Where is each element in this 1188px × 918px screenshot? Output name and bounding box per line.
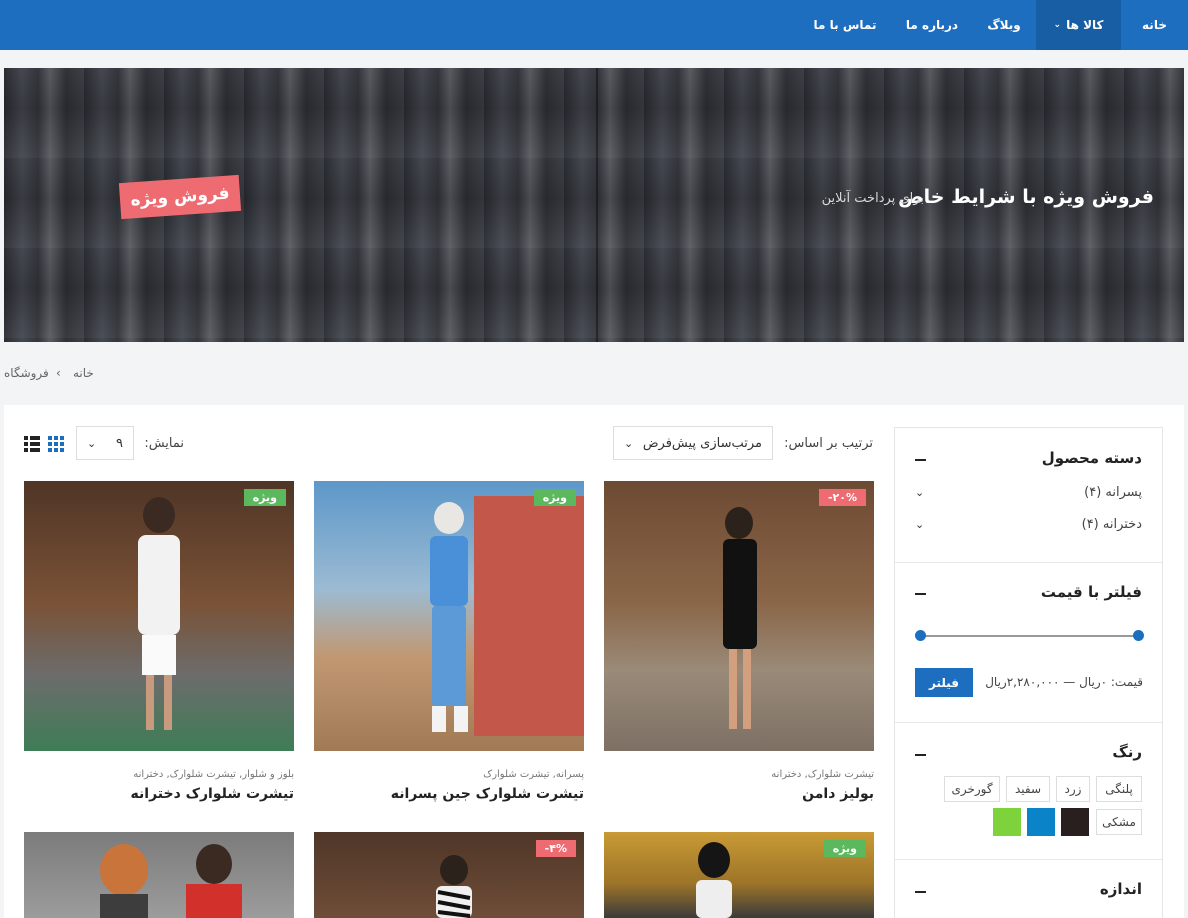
product-image[interactable] [24,832,294,918]
product-name[interactable]: تیشرت شلوارک جین پسرانه [391,786,584,802]
product-categories: بلوز و شلوار, تیشرت شلوارک, دخترانه [133,769,294,780]
product-photo [430,502,468,732]
featured-badge: ویژه [243,489,286,506]
collapse-icon[interactable] [915,754,926,756]
product-photo [436,855,472,918]
nav-blog-label: وبلاگ [987,18,1021,32]
nav-products-label: کالا ها [1066,18,1104,32]
nav-about[interactable]: درباره ما [892,0,972,50]
price-slider-min-handle[interactable] [915,630,926,641]
collapse-icon[interactable] [915,459,926,461]
nav-products[interactable]: کالا ها ⌄ [1036,0,1121,50]
color-chip-black[interactable]: مشکی [1096,809,1142,835]
product-categories: پسرانه, تیشرت شلوارک [483,769,584,780]
product-image[interactable]: ویژه [314,481,584,751]
product-photo [696,842,732,918]
product-image[interactable]: ویژه [604,832,874,918]
product-categories: تیشرت شلوارک, دخترانه [771,769,874,780]
hero-sale-badge: فروش ویژه [118,174,242,220]
chevron-down-icon[interactable]: ⌄ [915,486,924,499]
sort-label: ترتیب بر اساس: [784,436,873,451]
color-chip-zebra[interactable]: گورخری [944,776,1000,802]
per-page-select[interactable]: ۹ ⌄ [76,426,134,460]
size-section: اندازه [895,860,1162,918]
product-name[interactable]: بولیز دامن [802,786,874,802]
product-photo [100,844,242,918]
color-swatch-blue[interactable] [1027,808,1055,836]
nav-contact[interactable]: تماس با ما [798,0,892,50]
category-boys[interactable]: پسرانه (۴) [1084,485,1142,500]
hero-divider [596,68,598,342]
color-swatch-green[interactable] [993,808,1021,836]
collapse-icon[interactable] [915,593,926,595]
chevron-down-icon[interactable]: ⌄ [915,518,924,531]
hero-banner[interactable]: فروش ویژه با شرایط خاص برای پرداخت آنلای… [4,68,1184,342]
nav-home[interactable]: خانه [1121,0,1188,50]
price-slider-track[interactable] [920,635,1138,637]
featured-badge: ویژه [533,489,576,506]
chevron-down-icon: ⌄ [624,436,634,450]
chevron-down-icon: ⌄ [87,436,97,450]
color-chip-white[interactable]: سفید [1006,776,1050,802]
product-image[interactable]: ۴%- [314,832,584,918]
breadcrumb-home[interactable]: خانه [73,366,94,380]
product-photo [723,507,757,729]
product-name[interactable]: تیشرت شلوارک دخترانه [131,786,294,802]
category-section: دسته محصول پسرانه (۴) ⌄ دخترانه (۴) ⌄ [895,428,1162,563]
color-chip-yellow[interactable]: زرد [1056,776,1090,802]
hero-subtitle: برای پرداخت آنلاین [821,191,924,206]
discount-badge: ۲۰%- [818,489,866,506]
price-section: فیلتر با قیمت فیلتر قیمت: ۰ریال — ۲,۲۸۰,… [895,563,1162,723]
nav-about-label: درباره ما [905,18,959,32]
size-title: اندازه [1099,880,1142,898]
sort-select[interactable]: مرتب‌سازی پیش‌فرض ⌄ [613,426,773,460]
product-photo [138,497,180,730]
grid-view-icon[interactable] [48,436,64,452]
color-section: رنگ پلنگی زرد سفید گورخری مشکی [895,723,1162,860]
list-view-icon[interactable] [24,436,40,452]
show-label: نمایش: [144,436,184,451]
price-title: فیلتر با قیمت [1040,583,1142,601]
filter-button[interactable]: فیلتر [915,668,973,697]
collapse-icon[interactable] [915,891,926,893]
breadcrumb-current: فروشگاه [4,366,49,380]
price-range-text: قیمت: ۰ریال — ۲,۲۸۰,۰۰۰ریال [985,675,1143,689]
breadcrumb-separator: › [56,366,61,380]
hero-title: فروش ویژه با شرایط خاص [898,186,1154,208]
color-title: رنگ [1112,743,1142,761]
product-image[interactable]: ۲۰%- [604,481,874,751]
featured-badge: ویژه [823,840,866,857]
color-swatch-dark[interactable] [1061,808,1089,836]
color-chip-leopard[interactable]: پلنگی [1096,776,1142,802]
sort-value: مرتب‌سازی پیش‌فرض [642,435,762,451]
nav-blog[interactable]: وبلاگ [972,0,1036,50]
category-title: دسته محصول [1041,449,1142,467]
chevron-down-icon: ⌄ [1053,20,1062,30]
nav-home-label: خانه [1142,18,1167,32]
filter-sidebar: دسته محصول پسرانه (۴) ⌄ دخترانه (۴) ⌄ فی… [894,427,1163,918]
nav-contact-label: تماس با ما [813,18,877,32]
price-slider-max-handle[interactable] [1133,630,1144,641]
per-page-value: ۹ [116,435,123,451]
category-girls[interactable]: دخترانه (۴) [1082,517,1142,532]
product-image[interactable]: ویژه [24,481,294,751]
discount-badge: ۴%- [535,840,576,857]
